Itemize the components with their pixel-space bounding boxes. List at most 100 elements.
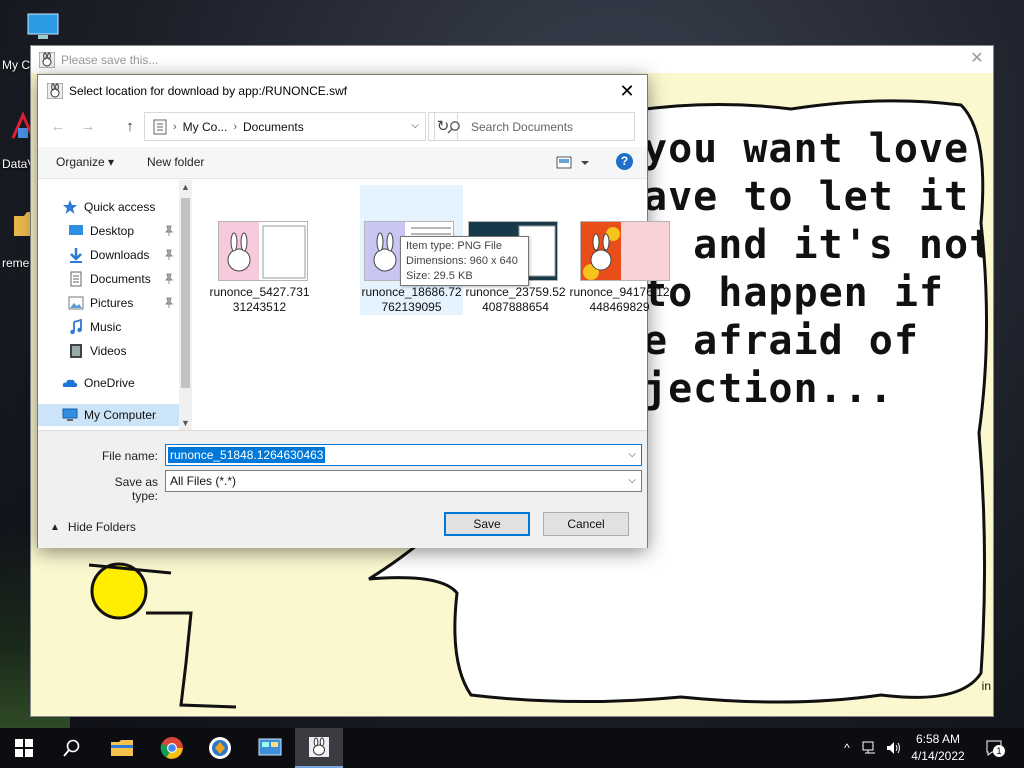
fire-bunny-thumbnail-image: [581, 222, 669, 280]
scrollbar-thumb[interactable]: [181, 198, 190, 388]
navigation-scrollbar[interactable]: ▲ ▼: [179, 180, 192, 430]
command-bar: Organize ▾ New folder ?: [38, 147, 647, 179]
app-close-button[interactable]: ✕: [967, 49, 987, 69]
notifications-button[interactable]: 1: [982, 728, 1006, 768]
pin-icon: [164, 249, 174, 260]
save-button[interactable]: Save: [444, 512, 530, 536]
runonce-app-icon: [47, 83, 63, 99]
save-form: File name: runonce_51848.1264630463 ⌵ Sa…: [38, 430, 647, 548]
pin-icon: [164, 225, 174, 236]
search-icon: [63, 739, 80, 757]
pictures-icon: [68, 296, 84, 310]
nav-item-videos[interactable]: Videos: [38, 340, 178, 362]
change-view-icon[interactable]: [555, 153, 595, 173]
file-name-value: runonce_51848.1264630463: [168, 447, 326, 463]
file-explorer-icon: [111, 740, 133, 756]
nav-item-label: Videos: [90, 344, 127, 358]
nav-item-label: Downloads: [90, 248, 150, 262]
cancel-button[interactable]: Cancel: [543, 512, 629, 536]
hide-folders-toggle[interactable]: ▲ Hide Folders: [50, 520, 136, 534]
arrow-up-icon: ↑: [126, 118, 134, 135]
runonce-app-icon: [39, 51, 55, 68]
taskbar-browser[interactable]: [196, 728, 244, 768]
computer-icon: [62, 408, 78, 421]
file-name-label: runonce_5427.73131243512: [209, 285, 310, 314]
documents-icon: [70, 271, 82, 287]
file-name-input[interactable]: runonce_51848.1264630463 ⌵: [165, 444, 642, 466]
scroll-down-arrow-icon[interactable]: ▼: [179, 418, 192, 428]
dialog-close-button[interactable]: ✕: [617, 81, 637, 101]
nav-item-label: Quick access: [84, 200, 156, 214]
organize-button[interactable]: Organize ▾: [56, 155, 114, 169]
close-icon: ✕: [970, 50, 984, 67]
show-hidden-icons-button[interactable]: ^: [838, 728, 856, 768]
taskbar-runonce-app[interactable]: [295, 728, 343, 768]
desktop-folder-icon: [69, 225, 83, 235]
taskbar-file-explorer[interactable]: [98, 728, 146, 768]
cloud-icon: [62, 379, 78, 387]
chevron-down-icon[interactable]: ⌵: [411, 120, 419, 131]
speech-bubble-text: you want love ave to let it , and it's n…: [643, 126, 983, 412]
address-bar[interactable]: › My Co... › Documents ⌵: [144, 112, 426, 141]
chevron-down-icon[interactable]: ⌵: [628, 475, 636, 486]
file-item[interactable]: runonce_94176.12448469829: [568, 185, 671, 315]
taskbar-chrome[interactable]: [148, 728, 196, 768]
nav-item-desktop[interactable]: Desktop: [38, 220, 178, 242]
nav-item-label: Music: [90, 320, 122, 334]
save-as-type-label: Save as type:: [114, 475, 158, 503]
file-name-label: File name:: [101, 449, 158, 463]
file-name-label: runonce_23759.524087888654: [465, 285, 566, 314]
nav-item-quick-access[interactable]: Quick access: [38, 196, 178, 218]
arrow-left-icon: ←: [50, 118, 66, 135]
notification-count-badge: 1: [993, 745, 1005, 757]
nav-item-label: OneDrive: [84, 376, 135, 390]
back-button[interactable]: ←: [48, 117, 68, 137]
star-icon: [63, 200, 77, 214]
file-item[interactable]: runonce_5427.73131243512: [208, 185, 311, 315]
windows-logo-icon: [15, 739, 33, 757]
arrow-right-icon: →: [80, 118, 96, 135]
forward-button[interactable]: →: [78, 117, 98, 137]
file-thumbnail: [580, 221, 670, 281]
network-tray-button[interactable]: [860, 728, 880, 768]
save-as-type-value: All Files (*.*): [170, 474, 237, 488]
breadcrumb-separator: ›: [233, 120, 238, 133]
nav-item-onedrive[interactable]: OneDrive: [38, 372, 178, 394]
taskbar-clock[interactable]: 6:58 AM 4/14/2022: [902, 731, 974, 765]
file-name-label: runonce_94176.12448469829: [569, 285, 670, 314]
file-thumbnail: [218, 221, 308, 281]
download-icon: [70, 248, 82, 263]
taskbar-control-panel[interactable]: [246, 728, 294, 768]
search-box[interactable]: Search Documents: [434, 112, 635, 141]
breadcrumb-my-computer[interactable]: My Co...: [183, 120, 228, 134]
control-panel-icon: [258, 738, 282, 756]
nav-item-documents[interactable]: Documents: [38, 268, 178, 290]
help-icon[interactable]: ?: [616, 153, 633, 170]
tooltip-dimensions: Dimensions: 960 x 640: [406, 255, 518, 267]
save-as-type-select[interactable]: All Files (*.*) ⌵: [165, 470, 642, 492]
breadcrumb-separator: ›: [173, 120, 177, 133]
volume-tray-button[interactable]: [884, 728, 904, 768]
nav-item-label: Desktop: [90, 224, 135, 238]
music-icon: [70, 319, 82, 335]
nav-item-my-computer[interactable]: My Computer: [38, 404, 179, 426]
scroll-up-arrow-icon[interactable]: ▲: [179, 182, 192, 192]
file-list: runonce_5427.73131243512 runonce_18686.7…: [194, 180, 670, 430]
app-titlebar: Please save this...: [31, 46, 993, 73]
tooltip-item-type: Item type: PNG File: [406, 240, 502, 252]
up-button[interactable]: ↑: [120, 117, 140, 137]
desktop-icon-label: reme: [2, 256, 30, 270]
file-info-tooltip: Item type: PNG File Dimensions: 960 x 64…: [400, 236, 529, 286]
taskbar-search-button[interactable]: [48, 728, 96, 768]
file-name-label: runonce_18686.72762139095: [361, 285, 462, 314]
breadcrumb-documents[interactable]: Documents: [243, 120, 304, 134]
search-placeholder: Search Documents: [471, 119, 574, 134]
chevron-down-icon[interactable]: ⌵: [628, 449, 636, 460]
nav-item-music[interactable]: Music: [38, 316, 178, 338]
bunny-thumbnail-image: [219, 222, 307, 280]
new-folder-button[interactable]: New folder: [147, 155, 204, 169]
nav-item-pictures[interactable]: Pictures: [38, 292, 178, 314]
start-button[interactable]: [0, 728, 48, 768]
nav-item-downloads[interactable]: Downloads: [38, 244, 178, 266]
edge-text: in: [981, 679, 991, 693]
